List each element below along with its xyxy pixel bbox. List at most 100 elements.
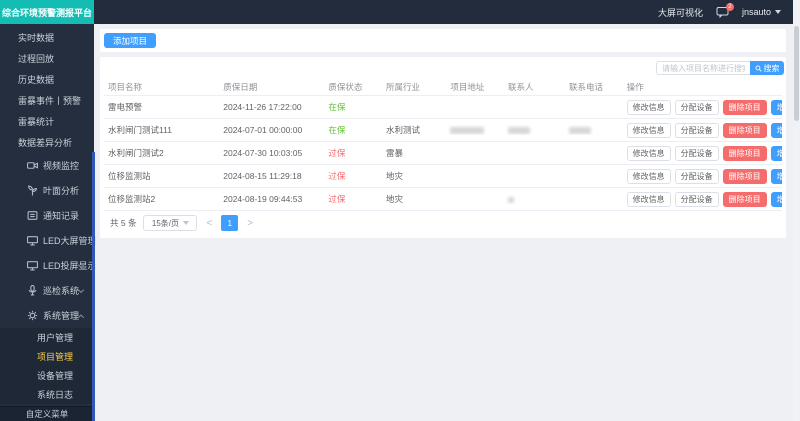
actions-cell: 修改信息分配设备删除项目增值服务 [623,168,782,184]
assign-device-button[interactable]: 分配设备 [674,99,719,115]
contact-cell [504,125,565,135]
value-added-button[interactable]: 增值服务 [770,191,782,207]
value-added-button[interactable]: 增值服务 [770,99,782,115]
chevron-up-icon [77,312,85,320]
sidebar-item-label: LED投屏显示 [43,261,97,271]
edit-info-button[interactable]: 修改信息 [626,145,671,161]
table-row: 位移监测站 2024-08-15 11:29:18 过保 地灾 修改信息 分配设备 删除项目… [104,165,782,188]
column-header: 项目地址 [450,81,485,92]
edit-info-button[interactable]: 修改信息 [626,122,671,138]
user-menu[interactable]: jnsauto [742,7,781,17]
next-page-button[interactable]: > [245,218,255,229]
warranty-status-cell: 在保 [324,124,382,136]
username: jnsauto [741,7,771,17]
industry-cell: 雷暴 [385,148,403,158]
project-name-cell: 位移监测站2 [108,194,156,204]
sidebar-item[interactable]: 过程回放 [0,48,94,69]
edit-info-button[interactable]: 修改信息 [626,99,671,115]
sidebar-subitem[interactable]: 系统日志 [0,385,94,404]
delete-project-button[interactable]: 删除项目 [722,145,767,161]
sidebar-item[interactable]: 叶面分析 [0,178,94,203]
sidebar-item[interactable]: 巡检系统 [0,278,94,303]
sidebar-footer-custom-menu[interactable]: 自定义菜单 [0,406,94,421]
delete-project-button[interactable]: 删除项目 [722,168,767,184]
sidebar-item[interactable]: 雷暴事件丨预警 [0,90,94,111]
actions-cell: 修改信息分配设备删除项目增值服务 [623,122,782,138]
sidebar-item[interactable]: LED投屏显示 [0,253,97,278]
assign-device-button[interactable]: 分配设备 [674,168,719,184]
inspection-icon [27,285,38,296]
value-added-button[interactable]: 增值服务 [770,145,782,161]
sidebar-subitem[interactable]: 用户管理 [0,328,94,347]
page-scrollbar[interactable] [793,0,800,421]
value-added-button[interactable]: 增值服务 [770,122,782,138]
chevron-down-icon [77,262,85,270]
sidebar-submenu-system: 用户管理 项目管理 设备管理 系统日志 [0,328,94,404]
search-input[interactable] [656,61,750,75]
table-row: 水利闸门测试2 2024-07-30 10:03:05 过保 雷暴 修改信息 分配设备 删除… [104,142,782,165]
table-row: 位移监测站2 2024-08-19 09:44:53 过保 地灾 修改信息 分配设备 删除项… [104,188,782,211]
sidebar-item-label: 实时数据 [18,33,55,43]
warranty-date-cell: 2024-08-15 11:29:18 [223,171,302,181]
sidebar-item[interactable]: 历史数据 [0,69,94,90]
industry-cell: 地灾 [385,171,403,181]
toolbar-card: 添加项目 [100,29,786,52]
message-icon[interactable]: 2 [716,2,734,18]
assign-device-button[interactable]: 分配设备 [674,191,719,207]
delete-project-button[interactable]: 删除项目 [722,122,767,138]
notification-icon [27,210,38,221]
prev-page-button[interactable]: < [204,218,214,229]
sidebar-item[interactable]: 系统管理 [0,303,94,328]
project-name-cell: 水利闸门测试111 [108,125,172,135]
sidebar-item-label: 视频监控 [43,161,80,171]
project-name-cell: 水利闸门测试2 [108,148,164,158]
warranty-status-cell: 过保 [324,193,382,205]
page-number-1[interactable]: 1 [221,215,239,231]
sidebar-item-label: 历史数据 [18,75,55,85]
status-text: 在保 [328,102,346,112]
warranty-status-cell: 过保 [324,170,382,182]
main-content: 添加项目 搜索 项目名称 质保日期 质保状态 所属行业 项目地址 联系人 联系电话 操作 雷电… [94,24,793,421]
edit-info-button[interactable]: 修改信息 [626,191,671,207]
delete-project-button[interactable]: 删除项目 [722,99,767,115]
status-text: 过保 [328,194,346,204]
table-row: 水利闸门测试111 2024-07-01 00:00:00 在保 水利测试 修改信息 分配… [104,119,782,142]
redacted-blur [569,127,591,135]
sidebar-item[interactable]: 实时数据 [0,27,94,48]
edit-info-button[interactable]: 修改信息 [626,168,671,184]
column-header: 项目名称 [108,81,143,92]
sidebar-item-label: LED大屏管理 [43,236,97,246]
redacted-blur [450,127,485,135]
sidebar-item[interactable]: 通知记录 [0,203,94,228]
sidebar-item-label: 巡检系统 [43,286,80,296]
assign-device-button[interactable]: 分配设备 [674,145,719,161]
sidebar-subitem[interactable]: 设备管理 [0,366,94,385]
sidebar-item[interactable]: LED大屏管理 [0,228,97,253]
page-scrollbar-thumb[interactable] [794,26,799,121]
leaf-icon [27,185,38,196]
big-screen-link[interactable]: 大屏可视化 [658,6,703,19]
gear-icon [27,310,38,321]
sidebar-item[interactable]: 雷暴统计 [0,111,94,132]
warranty-date-cell: 2024-11-26 17:22:00 [223,102,302,112]
column-header: 联系电话 [569,81,604,92]
warranty-date-cell: 2024-08-19 09:44:53 [223,194,303,204]
column-header: 操作 [626,81,644,92]
sidebar-item-label: 雷暴统计 [18,117,55,127]
sidebar-subitem-active[interactable]: 项目管理 [0,347,94,366]
delete-project-button[interactable]: 删除项目 [722,191,767,207]
sidebar-item[interactable]: 数据差异分析 [0,132,94,153]
add-project-button[interactable]: 添加项目 [104,33,157,48]
page-size-select[interactable]: 15条/页 [143,215,198,231]
sidebar: 综合环境预警测报平台 实时数据 过程回放 历史数据 雷暴事件丨预警 雷暴统计 数据差异分析… [0,0,97,421]
status-text: 过保 [328,171,346,181]
column-header: 所属行业 [385,81,420,92]
sidebar-item-label: 雷暴事件丨预警 [18,96,82,106]
industry-cell: 水利测试 [385,125,420,135]
sidebar-item-label: 数据差异分析 [18,138,73,148]
sidebar-scrollbar-thumb[interactable] [92,152,95,421]
search-button[interactable]: 搜索 [750,61,784,75]
sidebar-item[interactable]: 视频监控 [0,153,94,178]
assign-device-button[interactable]: 分配设备 [674,122,719,138]
value-added-button[interactable]: 增值服务 [770,168,782,184]
